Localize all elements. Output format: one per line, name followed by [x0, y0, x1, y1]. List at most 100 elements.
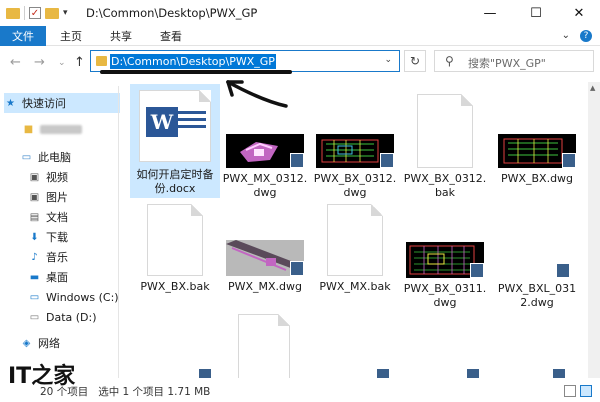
tab-view[interactable]: 查看	[146, 26, 196, 46]
dwg-thumbnail-icon	[316, 134, 394, 168]
address-bar[interactable]: D:\Common\Desktop\PWX_GP ⌄	[90, 50, 400, 72]
network-icon: ◈	[22, 337, 31, 349]
file-item[interactable]: PWX_MX_0312.dwg	[220, 84, 310, 200]
sidebar-item-label: 视频	[46, 171, 68, 184]
maximize-button[interactable]: ☐	[513, 0, 559, 26]
drive-d-icon: ▭	[29, 311, 40, 323]
sidebar-item-pictures[interactable]: ▣ 图片	[28, 187, 68, 207]
tab-home[interactable]: 主页	[46, 26, 96, 46]
file-item[interactable]: PWX_MX.dwg	[220, 202, 310, 294]
file-item[interactable]: W 如何开启定时备份.docx	[130, 84, 220, 198]
details-view-icon[interactable]	[564, 385, 576, 397]
quick-access-toolbar: ✓ ▾	[0, 6, 80, 20]
sidebar-item-drive-d[interactable]: ▭ Data (D:)	[28, 307, 97, 327]
file-name: PWX_MX.bak	[319, 280, 391, 293]
status-bar: 20 个项目 选中 1 个项目 1.71 MB	[0, 380, 600, 402]
sidebar-item-label: Data (D:)	[46, 310, 97, 324]
drive-c-icon: ▭	[29, 291, 40, 303]
autocad-badge-icon[interactable]	[466, 368, 480, 378]
autocad-badge-icon	[470, 263, 484, 278]
file-item[interactable]: PWX_BX.bak	[130, 202, 220, 294]
sidebar-item-label: 网络	[38, 337, 60, 350]
vertical-scrollbar[interactable]: ▲	[588, 82, 600, 378]
video-folder-icon: ▣	[29, 171, 40, 183]
forward-button[interactable]: →	[34, 55, 45, 70]
file-name: PWX_BX_0312.dwg	[313, 172, 397, 199]
close-button[interactable]: ✕	[556, 0, 600, 26]
tab-file[interactable]: 文件	[0, 25, 46, 46]
desktop-icon: ▬	[29, 271, 40, 283]
toolbar-divider	[24, 6, 25, 20]
ribbon: 文件 主页 共享 查看 ⌄ ?	[0, 25, 600, 46]
up-button[interactable]: ↑	[74, 55, 85, 70]
documents-folder-icon: ▤	[29, 211, 40, 223]
file-name: 如何开启定时备份.docx	[136, 168, 214, 195]
autocad-badge-icon[interactable]	[552, 368, 566, 378]
sidebar-item-downloads[interactable]: ⬇ 下载	[28, 227, 68, 247]
sidebar-item-label: 此电脑	[38, 151, 71, 164]
annotation-underline	[100, 70, 292, 74]
properties-icon[interactable]: ✓	[29, 7, 41, 19]
sidebar-item-label: 文档	[46, 211, 68, 224]
file-item[interactable]: PWX_BX_0312.bak	[400, 84, 490, 200]
search-input[interactable]: 搜索"PWX_GP"	[468, 55, 546, 71]
user-icon: ■	[23, 123, 34, 135]
file-name: PWX_BX.dwg	[500, 172, 574, 185]
blank-file-icon	[327, 204, 383, 276]
autocad-badge-icon	[562, 153, 576, 168]
sidebar-item-music[interactable]: ♪ 音乐	[28, 247, 68, 267]
recent-locations-button[interactable]: ⌄	[58, 58, 66, 68]
sidebar-item-videos[interactable]: ▣ 视频	[28, 167, 68, 187]
autocad-badge-icon	[556, 263, 570, 278]
file-item[interactable]: PWX_BX_0312.dwg	[310, 84, 400, 200]
search-box[interactable]: ⚲ 搜索"PWX_GP"	[434, 50, 594, 72]
search-icon: ⚲	[445, 54, 454, 68]
sidebar-item-label: 下载	[46, 231, 68, 244]
sidebar-item-label: 快速访问	[22, 97, 66, 110]
file-item[interactable]: PWX_BX_0311.dwg	[400, 202, 490, 310]
large-icons-view-icon[interactable]	[580, 385, 592, 397]
back-button[interactable]: ←	[10, 55, 21, 70]
dwg-thumbnail-icon	[226, 134, 304, 168]
sidebar-item-label: 桌面	[46, 271, 68, 284]
file-name: PWX_BX.bak	[140, 280, 210, 293]
tab-share[interactable]: 共享	[96, 26, 146, 46]
refresh-button[interactable]: ↻	[404, 50, 426, 72]
customize-toolbar-icon[interactable]: ▾	[63, 8, 68, 18]
download-icon: ⬇	[30, 231, 39, 243]
computer-icon: ▭	[21, 151, 32, 163]
help-icon[interactable]: ?	[580, 30, 592, 42]
title-bar: ✓ ▾ D:\Common\Desktop\PWX_GP — ☐ ✕	[0, 0, 600, 26]
address-dropdown-icon[interactable]: ⌄	[384, 55, 392, 65]
dwg-thumbnail-icon	[226, 240, 304, 276]
new-folder-icon[interactable]	[45, 7, 59, 19]
sidebar-item-drive-c[interactable]: ▭ Windows (C:)	[28, 287, 119, 307]
scroll-up-icon[interactable]: ▲	[590, 84, 595, 92]
dwg-thumbnail-icon	[498, 134, 576, 168]
sidebar-item-documents[interactable]: ▤ 文档	[28, 207, 68, 227]
dwg-thumbnail-icon	[406, 242, 484, 278]
sidebar-item-network[interactable]: ◈ 网络	[20, 333, 60, 353]
address-text[interactable]: D:\Common\Desktop\PWX_GP	[110, 54, 276, 69]
sidebar-item-this-pc[interactable]: ▭ 此电脑	[20, 147, 71, 167]
file-item[interactable]: PWX_BX.dwg	[492, 84, 582, 186]
expand-ribbon-icon[interactable]: ⌄	[562, 30, 570, 42]
music-icon: ♪	[31, 251, 38, 263]
sidebar-item-user[interactable]: ■	[22, 119, 82, 139]
autocad-badge-icon[interactable]	[376, 368, 390, 378]
sidebar-item-label: Windows (C:)	[46, 290, 119, 304]
file-list: W 如何开启定时备份.docx PWX_MX_0312.dwg PWX_BX_0…	[120, 82, 590, 378]
pane-divider	[118, 86, 119, 378]
folder-icon	[6, 7, 20, 19]
blank-file-icon	[147, 204, 203, 276]
window-title: D:\Common\Desktop\PWX_GP	[86, 6, 258, 20]
sidebar-item-desktop[interactable]: ▬ 桌面	[28, 267, 68, 287]
minimize-button[interactable]: —	[467, 0, 513, 26]
file-name: PWX_BXL_0312.dwg	[497, 282, 577, 309]
blank-file-icon[interactable]	[238, 314, 290, 378]
sidebar-item-quick-access[interactable]: ★ 快速访问	[4, 93, 120, 113]
file-item[interactable]: PWX_MX.bak	[310, 202, 400, 294]
file-item[interactable]: PWX_BXL_0312.dwg	[492, 202, 582, 310]
autocad-badge-icon[interactable]	[198, 368, 212, 378]
autocad-badge-icon	[290, 153, 304, 168]
